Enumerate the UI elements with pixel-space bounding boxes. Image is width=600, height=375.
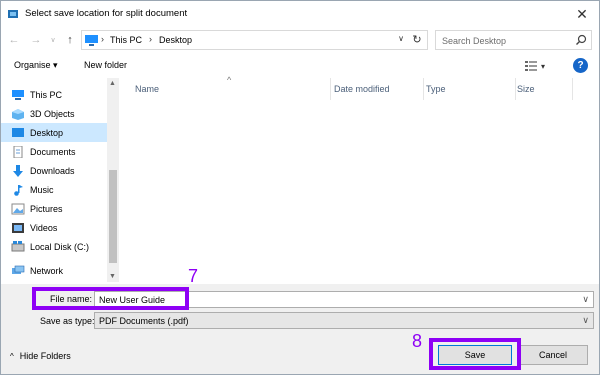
breadcrumb-desktop[interactable]: Desktop	[159, 35, 192, 45]
details-view-icon	[525, 61, 537, 71]
sidebar-item-downloads[interactable]: Downloads	[11, 161, 119, 180]
sidebar-item-label: Downloads	[30, 165, 75, 176]
command-toolbar: Organise ▾ New folder ▾ ?	[1, 55, 599, 77]
organise-button[interactable]: Organise ▾	[14, 60, 58, 71]
save-button-highlight	[429, 338, 521, 370]
sidebar-item-videos[interactable]: Videos	[11, 218, 119, 237]
title-bar: Select save location for split document …	[1, 1, 599, 27]
view-caret-icon: ▾	[541, 61, 546, 71]
file-list: ^ Name Date modified Type Size	[121, 75, 599, 282]
breadcrumb-separator: ›	[149, 34, 152, 44]
step-7-callout: 7	[188, 266, 199, 286]
sidebar-item-documents[interactable]: Documents	[11, 142, 119, 161]
back-button[interactable]: ←	[7, 33, 21, 47]
address-dropdown-button[interactable]: ∨	[395, 34, 407, 43]
save-as-type-value: PDF Documents (.pdf)	[99, 316, 189, 326]
search-placeholder: Search Desktop	[442, 36, 507, 46]
videos-icon	[12, 222, 24, 233]
help-icon[interactable]: ?	[573, 58, 588, 73]
file-name-highlight	[32, 287, 189, 310]
sidebar-item-label: This PC	[30, 89, 63, 100]
step-8-callout: 8	[412, 331, 423, 351]
new-folder-button[interactable]: New folder	[84, 60, 127, 70]
breadcrumb-this-pc[interactable]: This PC	[110, 35, 142, 45]
cancel-button[interactable]: Cancel	[518, 345, 588, 365]
column-header-type[interactable]: Type	[426, 78, 516, 100]
sidebar-item-label: Local Disk (C:)	[30, 241, 90, 252]
download-icon	[13, 164, 23, 177]
sidebar-item-this-pc[interactable]: This PC	[1, 85, 109, 104]
chevron-down-icon[interactable]: ∨	[582, 315, 589, 326]
desktop-icon	[12, 127, 24, 137]
save-as-type-label: Save as type:	[40, 316, 95, 326]
column-header-date-modified[interactable]: Date modified	[334, 78, 424, 100]
pictures-icon	[11, 203, 25, 214]
pc-icon	[12, 89, 24, 100]
navigation-scrollbar[interactable]: ▲ ▼	[107, 78, 119, 282]
window-title: Select save location for split document	[25, 8, 188, 19]
disk-icon	[11, 240, 25, 251]
view-options-button[interactable]: ▾	[525, 59, 553, 73]
sidebar-item-label: Desktop	[30, 127, 64, 138]
cube-icon	[12, 108, 24, 120]
sidebar-item-music[interactable]: Music	[11, 180, 119, 199]
search-input[interactable]: Search Desktop	[435, 30, 592, 50]
pc-icon	[85, 35, 98, 46]
app-icon	[8, 10, 18, 18]
chevron-down-icon[interactable]: ∨	[582, 294, 589, 305]
navigation-bar: ← → ∨ ↑ › This PC › Desktop ∨ ↻ Search D…	[1, 27, 599, 53]
sidebar-item-label: 3D Objects	[30, 108, 75, 119]
breadcrumb-separator: ›	[101, 34, 104, 44]
forward-button[interactable]: →	[29, 33, 43, 47]
network-icon	[12, 265, 25, 274]
search-icon[interactable]	[575, 34, 587, 46]
up-button[interactable]: ↑	[63, 33, 77, 47]
close-icon: ✕	[576, 5, 588, 22]
sidebar-item-3d-objects[interactable]: 3D Objects	[11, 104, 119, 123]
navigation-pane: This PC 3D Objects Desktop Documents Dow…	[1, 78, 119, 282]
sidebar-item-label: Pictures	[30, 203, 63, 214]
save-as-type-select[interactable]: PDF Documents (.pdf) ∨	[94, 312, 594, 329]
sidebar-item-pictures[interactable]: Pictures	[11, 199, 119, 218]
sidebar-item-label: Videos	[30, 222, 58, 233]
hide-folders-button[interactable]: ^ Hide Folders	[10, 351, 71, 361]
save-dialog: Select save location for split document …	[0, 0, 600, 375]
address-bar[interactable]: › This PC › Desktop ∨ ↻	[81, 30, 428, 50]
scroll-up-arrow-icon[interactable]: ▲	[109, 80, 116, 87]
refresh-button[interactable]: ↻	[410, 33, 424, 47]
scrollbar-thumb[interactable]	[109, 170, 117, 263]
close-button[interactable]: ✕	[573, 5, 591, 23]
sidebar-item-label: Music	[30, 184, 54, 195]
sidebar-item-network[interactable]: Network	[1, 261, 109, 280]
scroll-down-arrow-icon[interactable]: ▼	[109, 273, 116, 280]
chevron-up-icon: ^	[10, 351, 14, 361]
sidebar-item-label: Documents	[30, 146, 76, 157]
column-header-size[interactable]: Size	[517, 78, 573, 100]
sidebar-item-label: Network	[30, 265, 64, 276]
documents-icon	[13, 145, 23, 158]
hide-folders-label: Hide Folders	[19, 351, 71, 361]
music-icon	[14, 184, 23, 196]
sidebar-item-desktop[interactable]: Desktop	[1, 123, 107, 142]
column-header-name[interactable]: Name	[135, 78, 331, 100]
recent-locations-button[interactable]: ∨	[48, 33, 58, 47]
sidebar-item-local-disk[interactable]: Local Disk (C:)	[11, 237, 119, 256]
